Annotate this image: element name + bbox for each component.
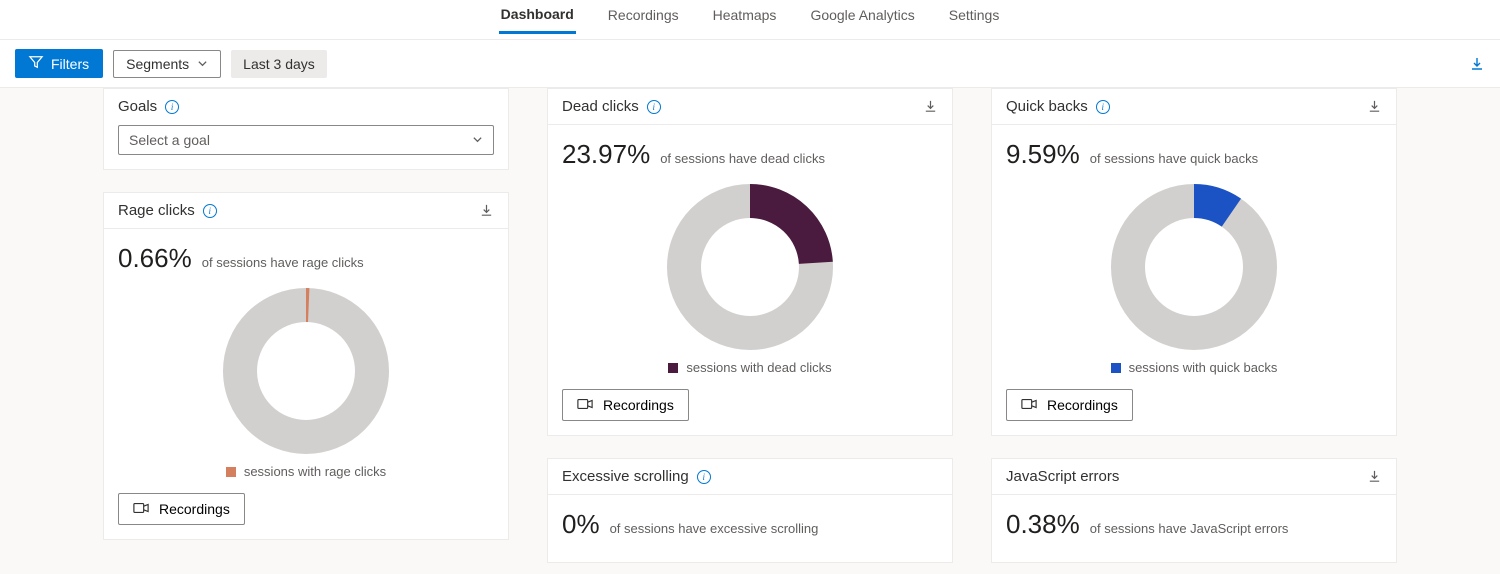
download-icon[interactable] <box>1469 56 1485 72</box>
download-icon[interactable] <box>479 203 494 218</box>
camera-icon <box>133 501 149 517</box>
card-rage-clicks: Rage clicks i 0.66% of sessions have rag… <box>103 192 509 540</box>
legend-swatch <box>226 467 236 477</box>
tab-recordings[interactable]: Recordings <box>606 7 681 32</box>
card-title: Excessive scrolling <box>562 468 689 485</box>
card-title: Dead clicks <box>562 98 639 115</box>
toolbar: Filters Segments Last 3 days <box>0 40 1500 88</box>
donut-quick <box>1006 178 1382 360</box>
recordings-button[interactable]: Recordings <box>118 493 245 525</box>
legend-swatch <box>1111 363 1121 373</box>
card-header-quick: Quick backs i <box>992 89 1396 125</box>
tab-google-analytics[interactable]: Google Analytics <box>808 7 916 32</box>
legend-label: sessions with quick backs <box>1129 360 1278 375</box>
metric-desc: of sessions have dead clicks <box>660 151 825 166</box>
card-excessive-scrolling: Excessive scrolling i 0% of sessions hav… <box>547 458 953 563</box>
col-3: Quick backs i 9.59% of sessions have qui… <box>991 88 1397 563</box>
card-header-scroll: Excessive scrolling i <box>548 459 952 495</box>
card-header-goals: Goals i <box>104 89 508 115</box>
camera-icon <box>1021 397 1037 413</box>
filters-label: Filters <box>51 56 89 72</box>
recordings-button[interactable]: Recordings <box>1006 389 1133 421</box>
info-icon[interactable]: i <box>1096 100 1110 114</box>
date-range-button[interactable]: Last 3 days <box>231 50 327 78</box>
metric-desc: of sessions have excessive scrolling <box>610 521 819 536</box>
tab-settings[interactable]: Settings <box>947 7 1002 32</box>
info-icon[interactable]: i <box>647 100 661 114</box>
col-1: Goals i Select a goal Rage clicks i <box>103 88 509 540</box>
card-title: JavaScript errors <box>1006 468 1119 485</box>
card-quick-backs: Quick backs i 9.59% of sessions have qui… <box>991 88 1397 436</box>
legend-rage: sessions with rage clicks <box>118 464 494 479</box>
legend-dead: sessions with dead clicks <box>562 360 938 375</box>
card-header-dead: Dead clicks i <box>548 89 952 125</box>
info-icon[interactable]: i <box>203 204 217 218</box>
card-js-errors: JavaScript errors 0.38% of sessions have… <box>991 458 1397 563</box>
legend-swatch <box>668 363 678 373</box>
filters-button[interactable]: Filters <box>15 49 103 78</box>
metric-value: 23.97% <box>562 139 650 170</box>
card-dead-clicks: Dead clicks i 23.97% of sessions have de… <box>547 88 953 436</box>
info-icon[interactable]: i <box>165 100 179 114</box>
recordings-button[interactable]: Recordings <box>562 389 689 421</box>
download-icon[interactable] <box>1367 469 1382 484</box>
info-icon[interactable]: i <box>697 470 711 484</box>
metric-desc: of sessions have JavaScript errors <box>1090 521 1289 536</box>
metric-value: 0.66% <box>118 243 192 274</box>
recordings-label: Recordings <box>159 501 230 517</box>
download-icon[interactable] <box>923 99 938 114</box>
camera-icon <box>577 397 593 413</box>
download-icon[interactable] <box>1367 99 1382 114</box>
metric-value: 0% <box>562 509 600 540</box>
legend-label: sessions with dead clicks <box>686 360 831 375</box>
recordings-label: Recordings <box>603 397 674 413</box>
metric-desc: of sessions have quick backs <box>1090 151 1258 166</box>
metric-value: 0.38% <box>1006 509 1080 540</box>
tab-dashboard[interactable]: Dashboard <box>499 6 576 34</box>
card-header-jserr: JavaScript errors <box>992 459 1396 495</box>
card-header-rage: Rage clicks i <box>104 193 508 229</box>
chevron-down-icon <box>197 56 208 72</box>
donut-dead <box>562 178 938 360</box>
filter-icon <box>29 55 43 72</box>
dashboard-grid: Goals i Select a goal Rage clicks i <box>0 88 1500 563</box>
tab-heatmaps[interactable]: Heatmaps <box>711 7 779 32</box>
card-goals: Goals i Select a goal <box>103 88 509 170</box>
segments-button[interactable]: Segments <box>113 50 221 78</box>
metric-value: 9.59% <box>1006 139 1080 170</box>
recordings-label: Recordings <box>1047 397 1118 413</box>
goal-placeholder: Select a goal <box>129 132 210 148</box>
top-nav-tabs: Dashboard Recordings Heatmaps Google Ana… <box>0 0 1500 40</box>
card-title: Quick backs <box>1006 98 1088 115</box>
donut-rage <box>118 282 494 464</box>
col-2: Dead clicks i 23.97% of sessions have de… <box>547 88 953 563</box>
legend-quick: sessions with quick backs <box>1006 360 1382 375</box>
metric-desc: of sessions have rage clicks <box>202 255 364 270</box>
card-title: Goals <box>118 98 157 115</box>
chevron-down-icon <box>472 132 483 148</box>
goal-select[interactable]: Select a goal <box>118 125 494 155</box>
legend-label: sessions with rage clicks <box>244 464 386 479</box>
card-title: Rage clicks <box>118 202 195 219</box>
segments-label: Segments <box>126 56 189 72</box>
